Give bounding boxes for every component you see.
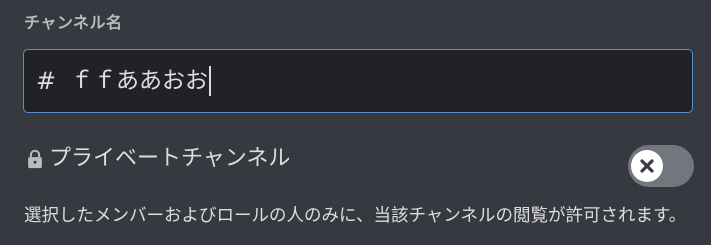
text-caret — [209, 66, 211, 96]
channel-name-label: チャンネル名 — [24, 13, 123, 32]
hash-icon: # — [36, 67, 57, 95]
toggle-knob[interactable] — [631, 150, 663, 182]
private-channel-toggle[interactable] — [628, 145, 694, 187]
private-channel-label: プライベートチャンネル — [49, 146, 291, 171]
private-channel-description: 選択したメンバーおよびロールの人のみに、当該チャンネルの閲覧が許可されます。 — [24, 206, 687, 226]
channel-name-input[interactable]: # ｆｆああおお — [23, 49, 693, 113]
close-icon — [640, 159, 654, 173]
lock-icon — [28, 149, 42, 169]
channel-name-value[interactable]: ｆｆああおお — [70, 66, 208, 96]
private-channel-row: プライベートチャンネル — [24, 144, 290, 174]
